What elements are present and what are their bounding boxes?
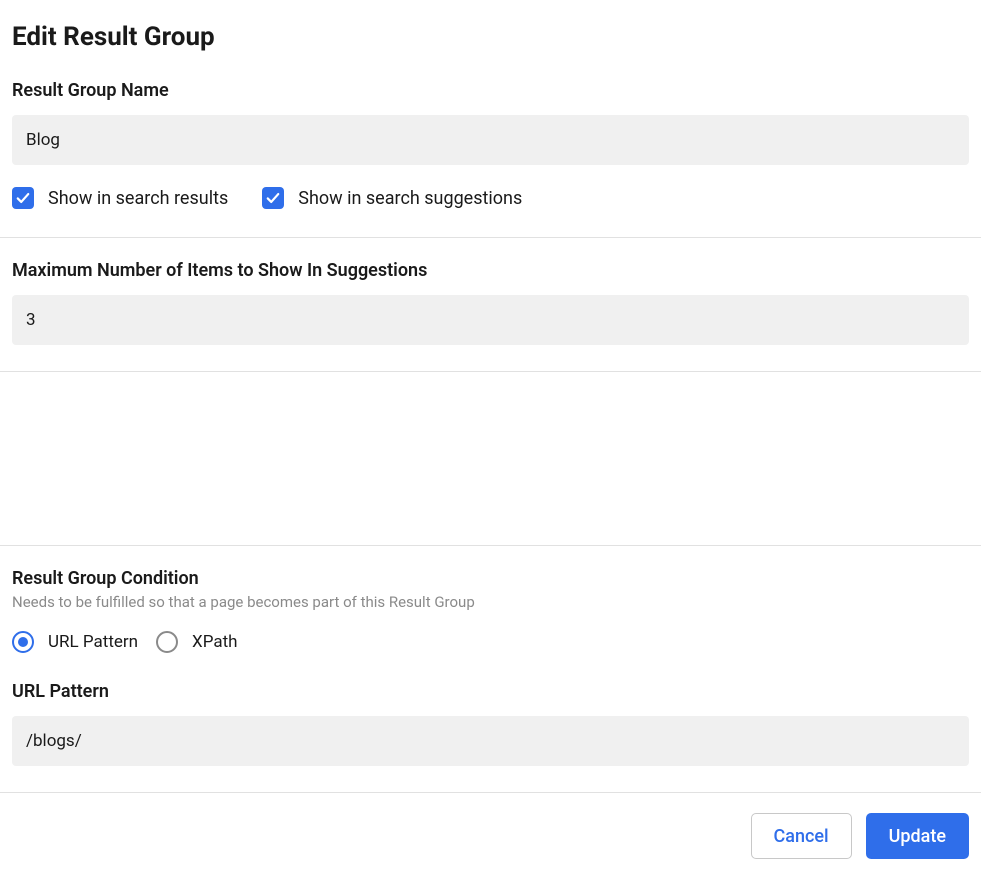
radio-icon (12, 631, 34, 653)
radio-xpath-label: XPath (192, 632, 237, 652)
result-group-name-label: Result Group Name (12, 80, 969, 101)
spacer (0, 372, 981, 546)
radio-url-pattern[interactable]: URL Pattern (12, 631, 138, 653)
update-button[interactable]: Update (866, 813, 969, 859)
page-title: Edit Result Group (0, 22, 981, 80)
checkmark-icon (262, 187, 284, 209)
url-pattern-input[interactable] (12, 716, 969, 766)
max-items-label: Maximum Number of Items to Show In Sugge… (12, 260, 969, 281)
show-in-suggestions-checkbox[interactable]: Show in search suggestions (262, 187, 522, 209)
show-in-suggestions-label: Show in search suggestions (298, 188, 522, 209)
radio-xpath[interactable]: XPath (156, 631, 237, 653)
footer: Cancel Update (0, 792, 981, 871)
condition-helper: Needs to be fulfilled so that a page bec… (12, 593, 969, 611)
radio-icon (156, 631, 178, 653)
url-pattern-label: URL Pattern (12, 681, 969, 702)
condition-label: Result Group Condition (12, 568, 969, 589)
show-in-results-label: Show in search results (48, 188, 228, 209)
cancel-button[interactable]: Cancel (751, 813, 852, 859)
result-group-name-input[interactable] (12, 115, 969, 165)
checkmark-icon (12, 187, 34, 209)
radio-url-pattern-label: URL Pattern (48, 632, 138, 652)
max-items-input[interactable] (12, 295, 969, 345)
show-in-results-checkbox[interactable]: Show in search results (12, 187, 228, 209)
